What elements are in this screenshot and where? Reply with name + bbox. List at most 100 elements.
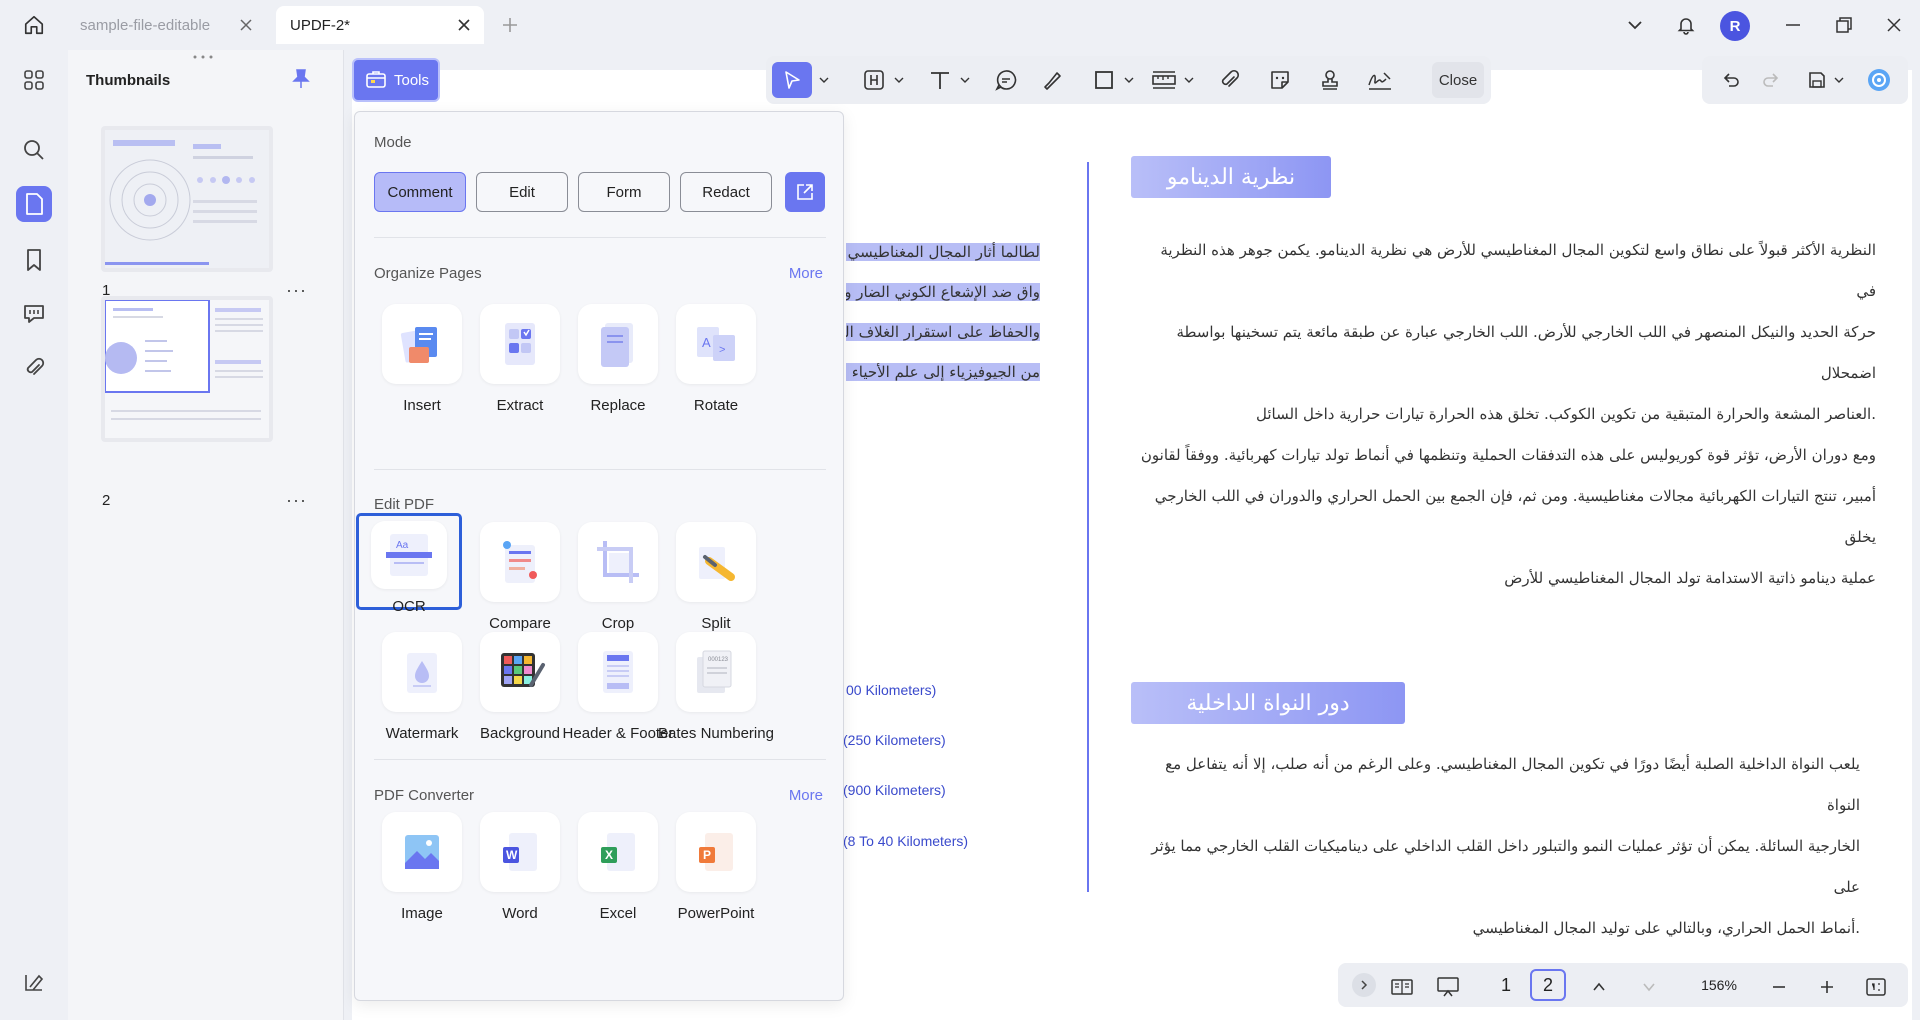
search-icon[interactable] [16, 132, 52, 168]
section-heading[interactable]: دور النواة الداخلية [1131, 682, 1405, 724]
select-tool-button[interactable] [772, 62, 812, 98]
undo-icon[interactable] [1716, 62, 1746, 98]
comment-list-icon[interactable] [16, 296, 52, 332]
split-tool[interactable]: Split [656, 522, 776, 634]
chevron-down-icon[interactable] [1634, 969, 1664, 1005]
mode-redact-button[interactable]: Redact [680, 172, 772, 212]
compare-icon [503, 541, 537, 583]
split-icon [699, 547, 735, 581]
cursor-icon [785, 71, 800, 89]
home-icon[interactable] [18, 12, 50, 38]
avatar[interactable]: R [1720, 11, 1750, 41]
restore-icon[interactable] [1834, 15, 1854, 35]
paragraph-inner-core[interactable]: يلعب النواة الداخلية الصلبة أيضًا دورًا … [1140, 744, 1860, 949]
tools-icon [366, 71, 386, 88]
layer-depth-label: (900 Kilometers) [843, 782, 946, 798]
highlighter-icon[interactable] [1034, 62, 1070, 98]
paragraph-dynamo[interactable]: النظرية الأكثر قبولاً على نطاق واسع لتكو… [1140, 230, 1876, 599]
pages-icon[interactable] [16, 186, 52, 222]
measure-icon[interactable] [1146, 62, 1182, 98]
text-line: .أنماط الحمل الحراري، وبالتالي على توليد… [1472, 919, 1860, 937]
text-line: عملية دينامو ذاتية الاستدامة تولد المجال… [1504, 569, 1876, 587]
mode-edit-button[interactable]: Edit [476, 172, 568, 212]
page-thumbnail-2[interactable] [101, 296, 273, 442]
text-icon[interactable] [922, 62, 958, 98]
word-icon: W [503, 833, 537, 871]
stamp-icon[interactable] [1312, 62, 1348, 98]
layer-depth-label: (8 To 40 Kilometers) [843, 833, 969, 849]
avatar-letter: R [1729, 17, 1741, 35]
plus-icon[interactable] [500, 15, 520, 35]
svg-text:X: X [605, 848, 613, 862]
pin-icon[interactable] [290, 68, 312, 90]
title-bar: sample-file-editable UPDF-2* R [0, 0, 1920, 50]
left-rail [0, 50, 68, 1020]
note-icon[interactable] [988, 62, 1024, 98]
ai-assistant-icon[interactable] [1862, 62, 1896, 98]
fit-page-icon[interactable] [1858, 969, 1894, 1005]
highlighted-line: لطالما أثار المجال المغناطيسي للأ [846, 243, 1040, 261]
minimize-icon[interactable] [1783, 15, 1803, 35]
svg-text:000123: 000123 [708, 657, 729, 663]
close-toolbar-button[interactable]: Close [1432, 62, 1484, 98]
signature-icon[interactable] [1362, 62, 1398, 98]
text-line: ومع دوران الأرض، تؤثر قوة كوريوليس على ه… [1140, 446, 1876, 464]
presentation-icon[interactable] [1430, 969, 1466, 1005]
zoom-in-icon[interactable] [1812, 969, 1842, 1005]
converter-more-link[interactable]: More [789, 787, 823, 804]
divider [374, 237, 826, 238]
page-layout-icon[interactable] [1384, 969, 1420, 1005]
open-external-button[interactable] [785, 172, 825, 212]
attachment-icon[interactable] [1212, 62, 1248, 98]
tools-button[interactable]: Tools [352, 58, 440, 102]
highlighted-line: والحفاظ على استقرار الغلاف الج [846, 323, 1040, 341]
tab-label: UPDF-2* [290, 16, 351, 34]
tab-updf-2[interactable]: UPDF-2* [276, 6, 484, 44]
page-2-button[interactable]: 2 [1530, 969, 1566, 1001]
mode-comment-button[interactable]: Comment [374, 172, 466, 212]
organize-more-link[interactable]: More [789, 265, 823, 282]
bates-numbering-tool[interactable]: 000123 Bates Numbering [656, 632, 776, 744]
insert-pages-icon [400, 327, 437, 363]
drag-handle-icon[interactable] [191, 54, 215, 60]
chevron-down-icon[interactable] [892, 62, 906, 98]
thumbnail-more-button[interactable]: ··· [286, 280, 307, 301]
section-heading[interactable]: نظرية الدينامو [1131, 156, 1331, 198]
zoom-out-icon[interactable] [1764, 969, 1794, 1005]
right-toolbar [1702, 56, 1908, 104]
annotation-toolbar: Close [766, 56, 1491, 104]
close-icon[interactable] [456, 17, 472, 33]
text-box-icon[interactable] [856, 62, 892, 98]
chevron-down-icon[interactable] [816, 62, 832, 98]
bookmark-icon[interactable] [16, 242, 52, 278]
chevron-down-icon[interactable] [1832, 62, 1846, 98]
chevron-down-icon[interactable] [1625, 15, 1645, 35]
ocr-tool[interactable]: Aa OCR [356, 513, 462, 615]
save-icon[interactable] [1802, 62, 1832, 98]
layer-depth-label: 00 Kilometers) [846, 682, 937, 698]
close-icon[interactable] [238, 17, 254, 33]
thumbnail-more-button[interactable]: ··· [286, 490, 307, 511]
rotate-tool[interactable]: A > Rotate [656, 304, 776, 416]
sidebar-settings-icon[interactable] [16, 964, 52, 1000]
attachment-icon[interactable] [16, 350, 52, 386]
mode-form-button[interactable]: Form [578, 172, 670, 212]
svg-text:P: P [703, 848, 711, 862]
chevron-up-icon[interactable] [1584, 969, 1614, 1005]
bell-icon[interactable] [1676, 15, 1696, 35]
rectangle-icon[interactable] [1086, 62, 1122, 98]
chevron-down-icon[interactable] [958, 62, 972, 98]
sticker-icon[interactable] [1262, 62, 1298, 98]
convert-powerpoint-tool[interactable]: P PowerPoint [656, 812, 776, 924]
zoom-level[interactable]: 156% [1690, 969, 1748, 1001]
page-thumbnail-1[interactable] [101, 126, 273, 272]
tab-sample-file-editable[interactable]: sample-file-editable [66, 6, 266, 44]
chevron-right-icon[interactable] [1352, 973, 1376, 997]
redo-icon[interactable] [1756, 62, 1786, 98]
highlighted-paragraph[interactable]: لطالما أثار المجال المغناطيسي للأ واق ضد… [846, 232, 1040, 392]
close-window-icon[interactable] [1884, 15, 1904, 35]
chevron-down-icon[interactable] [1182, 62, 1196, 98]
grid-icon[interactable] [16, 62, 52, 98]
page-1-button[interactable]: 1 [1488, 969, 1524, 1001]
chevron-down-icon[interactable] [1122, 62, 1136, 98]
